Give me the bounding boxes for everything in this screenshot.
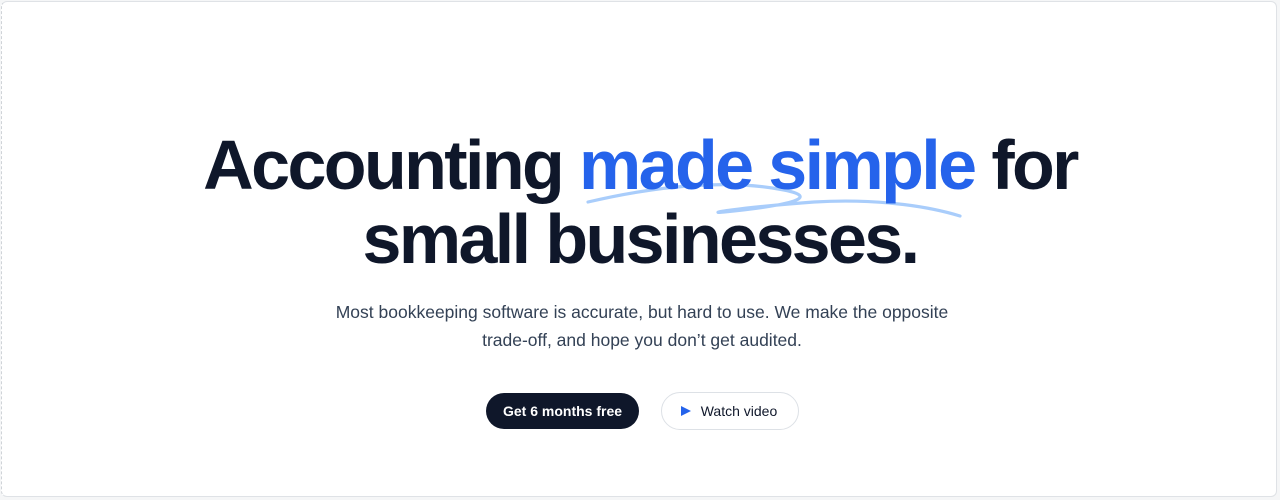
page-frame: Accounting made simple for small business…	[1, 1, 1277, 497]
page-title: Accounting made simple for small business…	[2, 128, 1278, 276]
watch-video-button[interactable]: Watch video	[661, 392, 799, 430]
get-started-button-label: Get 6 months free	[502, 403, 623, 419]
get-started-button[interactable]: Get 6 months free	[486, 393, 639, 429]
play-icon	[680, 406, 691, 416]
headline-accent: made simple	[579, 126, 977, 204]
hero-subheading: Most bookkeeping software is accurate, b…	[335, 302, 949, 350]
headline-part2: for	[974, 126, 1079, 204]
headline-part1: Accounting	[203, 126, 579, 204]
watch-video-button-label: Watch video	[700, 403, 778, 419]
headline-line2: small businesses.	[362, 200, 920, 278]
